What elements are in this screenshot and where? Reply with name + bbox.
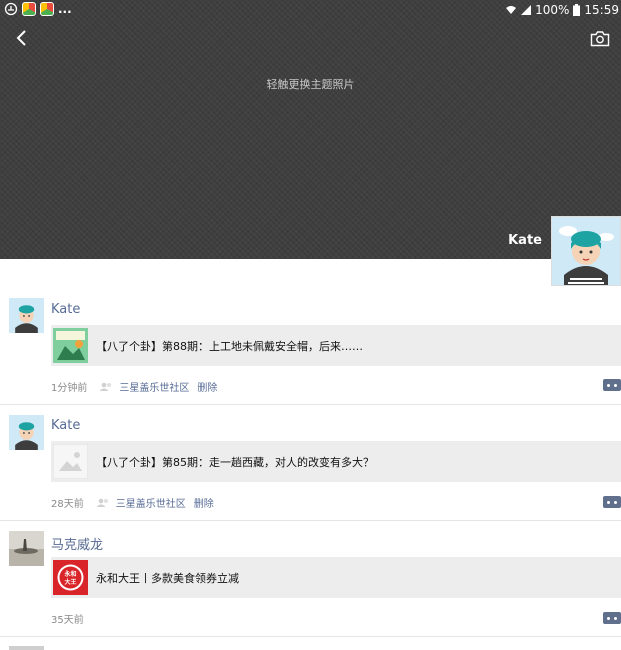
more-notifications: ... (58, 2, 72, 16)
comment-like-button[interactable] (603, 496, 621, 508)
battery-icon (573, 4, 581, 16)
back-icon[interactable] (14, 28, 30, 48)
post-user-name[interactable]: 马克威龙 (51, 534, 103, 553)
comment-like-button[interactable] (603, 612, 621, 624)
delete-button[interactable]: 删除 (197, 379, 217, 394)
post-source[interactable]: 三星盖乐世社区 (116, 495, 186, 510)
link-title: 永和大王丨多款美食领券立减 (96, 572, 239, 585)
post-time: 35天前 (51, 615, 84, 626)
clock: 15:59 (584, 3, 619, 17)
cartoon-avatar-image (9, 298, 44, 333)
post-user-name[interactable]: Kate (51, 418, 80, 433)
post-avatar[interactable] (9, 415, 44, 450)
moment-post: Kate 【八了个卦】第88期：上工地未佩戴安全帽，后来…… 1分钟前 三星盖乐… (0, 259, 621, 405)
link-title: 【八了个卦】第88期：上工地未佩戴安全帽，后来…… (96, 340, 363, 353)
post-meta: 35天前 (51, 611, 84, 626)
delete-button[interactable]: 删除 (194, 495, 214, 510)
visibility-icon (99, 382, 112, 391)
notification-icon (4, 2, 18, 16)
moment-post: 马克威龙 永和 大王 永和大王丨多款美食领券立减 35天前 (0, 521, 621, 637)
cartoon-avatar-image (9, 415, 44, 450)
article-thumbnail-image (53, 328, 88, 363)
post-avatar[interactable] (9, 531, 44, 566)
cover-photo[interactable] (0, 0, 621, 259)
moment-post: Kate 【八了个卦】第85期：走一趟西藏，对人的改变有多大？ 28天前 三星盖… (0, 405, 621, 521)
status-bar: ... 100% 15:59 (0, 0, 621, 20)
camera-icon[interactable] (590, 30, 610, 47)
visibility-icon (96, 498, 108, 507)
post-meta: 28天前 三星盖乐世社区 删除 (51, 495, 214, 510)
brand-logo-thumbnail: 永和 大王 (53, 560, 88, 595)
app-notification-icon (22, 2, 36, 16)
battery-percent: 100% (535, 3, 570, 17)
svg-text:大王: 大王 (64, 578, 76, 586)
landscape-avatar-image (9, 531, 44, 566)
link-thumbnail (52, 443, 89, 480)
post-time: 1分钟前 (51, 383, 88, 394)
post-time: 28天前 (51, 499, 84, 510)
link-thumbnail (53, 328, 88, 363)
post-source[interactable]: 三星盖乐世社区 (119, 379, 189, 394)
shared-link-card[interactable]: 永和 大王 永和大王丨多款美食领券立减 (51, 557, 621, 598)
shared-link-card[interactable]: 【八了个卦】第88期：上工地未佩戴安全帽，后来…… (51, 325, 621, 366)
link-title: 【八了个卦】第85期：走一趟西藏，对人的改变有多大？ (96, 456, 374, 469)
shared-link-card[interactable]: 【八了个卦】第85期：走一趟西藏，对人的改变有多大？ (51, 441, 621, 482)
app-notification-icon (40, 2, 54, 16)
wifi-icon (506, 6, 517, 14)
link-thumbnail: 永和 大王 (53, 560, 88, 595)
profile-name: Kate (508, 233, 542, 248)
post-avatar[interactable] (9, 298, 44, 333)
divider (0, 636, 621, 637)
svg-text:永和: 永和 (63, 570, 76, 578)
post-avatar[interactable] (9, 646, 44, 650)
change-cover-hint[interactable]: 轻触更换主题照片 (0, 76, 621, 92)
signal-icon (521, 5, 532, 15)
post-user-name[interactable]: Kate (51, 302, 80, 317)
comment-like-button[interactable] (603, 379, 621, 391)
image-placeholder-icon (52, 443, 89, 480)
post-meta: 1分钟前 三星盖乐世社区 删除 (51, 379, 217, 394)
